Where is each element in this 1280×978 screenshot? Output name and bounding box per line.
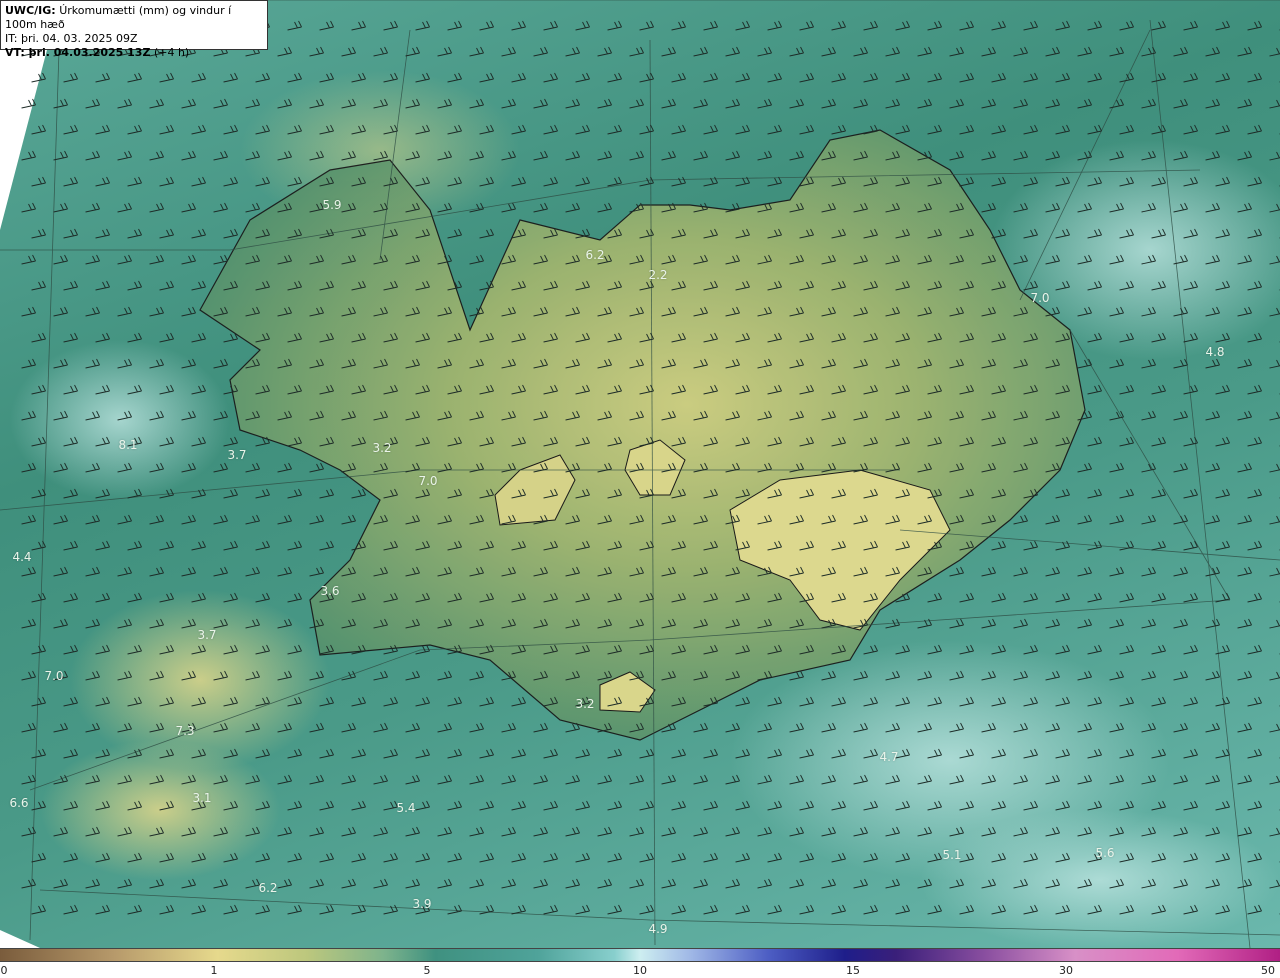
colorbar-tick: 15 [846,964,860,977]
colorbar-tick: 1 [210,964,218,977]
colorbar-tick: 0 [0,964,8,977]
value-label: 3.9 [412,897,432,911]
value-label: 4.4 [12,550,32,564]
value-label: 7.0 [44,669,64,683]
value-label: 4.7 [879,750,899,764]
value-label: 5.1 [942,848,962,862]
value-label: 4.9 [648,922,668,936]
colorbar-tick: 10 [633,964,647,977]
colorbar: 0 1 5 10 15 30 50 [0,948,1280,978]
value-label: 5.6 [1095,846,1115,860]
weather-map [0,0,1280,948]
value-label: 5.4 [396,801,416,815]
value-label: 6.2 [258,881,278,895]
value-label: 7.0 [1030,291,1050,305]
value-label: 7.3 [175,724,195,738]
lead-time: (+4 h) [153,46,190,59]
colorbar-strip [0,948,1280,962]
value-label: 3.2 [575,697,595,711]
value-label: 6.2 [585,248,605,262]
value-label: 3.2 [372,441,392,455]
map-area[interactable]: UWC/IG: Úrkomumætti (mm) og vindur í 100… [0,0,1280,948]
valid-time: VT: þri. 04.03.2025 13Z [5,46,151,59]
colorbar-tick: 30 [1059,964,1073,977]
initial-time: IT: þri. 04. 03. 2025 09Z [5,32,138,45]
colorbar-tick: 5 [423,964,431,977]
value-label: 6.6 [9,796,29,810]
value-label: 5.9 [322,198,342,212]
model-code: UWC/IG: [5,4,56,17]
value-label: 3.7 [227,448,247,462]
value-label: 2.2 [648,268,668,282]
value-label: 3.6 [320,584,340,598]
value-label: 3.7 [197,628,217,642]
colorbar-tick: 50 [1261,964,1275,977]
map-title-box: UWC/IG: Úrkomumætti (mm) og vindur í 100… [0,0,268,59]
value-label: 7.0 [418,474,438,488]
value-label: 8.1 [118,438,138,452]
value-label: 3.1 [192,791,212,805]
value-label: 4.8 [1205,345,1225,359]
